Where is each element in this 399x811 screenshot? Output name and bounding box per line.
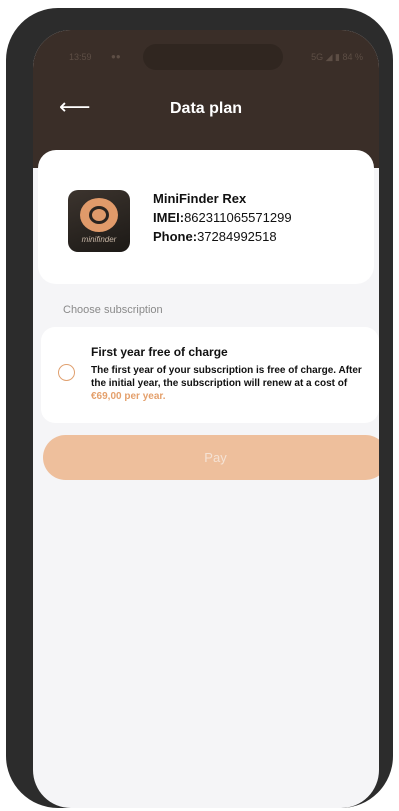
phone-frame: 13:59 ●● 5G ◢ ▮ 84 % ⟵ Data plan minifin… xyxy=(6,8,393,808)
status-time: 13:59 xyxy=(69,52,92,62)
phone-side-button xyxy=(6,174,13,200)
logo-text: minifinder xyxy=(81,235,117,244)
header-bar: 13:59 ●● 5G ◢ ▮ 84 % ⟵ Data plan xyxy=(33,30,379,168)
subscription-radio[interactable] xyxy=(58,364,75,381)
phone-volume-down-button xyxy=(6,308,13,394)
device-phone: Phone:37284992518 xyxy=(153,229,277,244)
subscription-price: €69,00 per year. xyxy=(91,391,166,402)
device-name: MiniFinder Rex xyxy=(153,191,247,206)
logo-mark xyxy=(80,198,118,232)
page-title: Data plan xyxy=(169,100,242,117)
phone-label: Phone: xyxy=(153,229,198,244)
device-card: minifinder MiniFinder Rex IMEI:862311065… xyxy=(38,150,374,284)
imei-value: 862311065571299 xyxy=(184,210,292,225)
subscription-description-text: The first year of your subscription is f… xyxy=(91,365,362,389)
subscription-title: First year free of charge xyxy=(91,345,228,359)
phone-value: 37284992518 xyxy=(197,229,277,244)
status-indicators: 5G ◢ ▮ 84 % xyxy=(311,52,363,62)
app-screen: 13:59 ●● 5G ◢ ▮ 84 % ⟵ Data plan minifin… xyxy=(33,30,379,808)
phone-volume-up-button xyxy=(6,218,13,290)
section-label: Choose subscription xyxy=(63,304,163,316)
device-imei: IMEI:862311065571299 xyxy=(153,210,292,225)
imei-label: IMEI: xyxy=(153,210,185,225)
subscription-description: The first year of your subscription is f… xyxy=(91,364,376,403)
subscription-option[interactable]: First year free of charge The first year… xyxy=(41,327,379,423)
status-bar: 13:59 ●● 5G ◢ ▮ 84 % xyxy=(33,30,379,86)
notification-icon: ●● xyxy=(111,52,121,61)
pay-button[interactable]: Pay xyxy=(43,435,379,480)
camera-notch xyxy=(143,44,283,70)
minifinder-logo: minifinder xyxy=(68,190,130,252)
